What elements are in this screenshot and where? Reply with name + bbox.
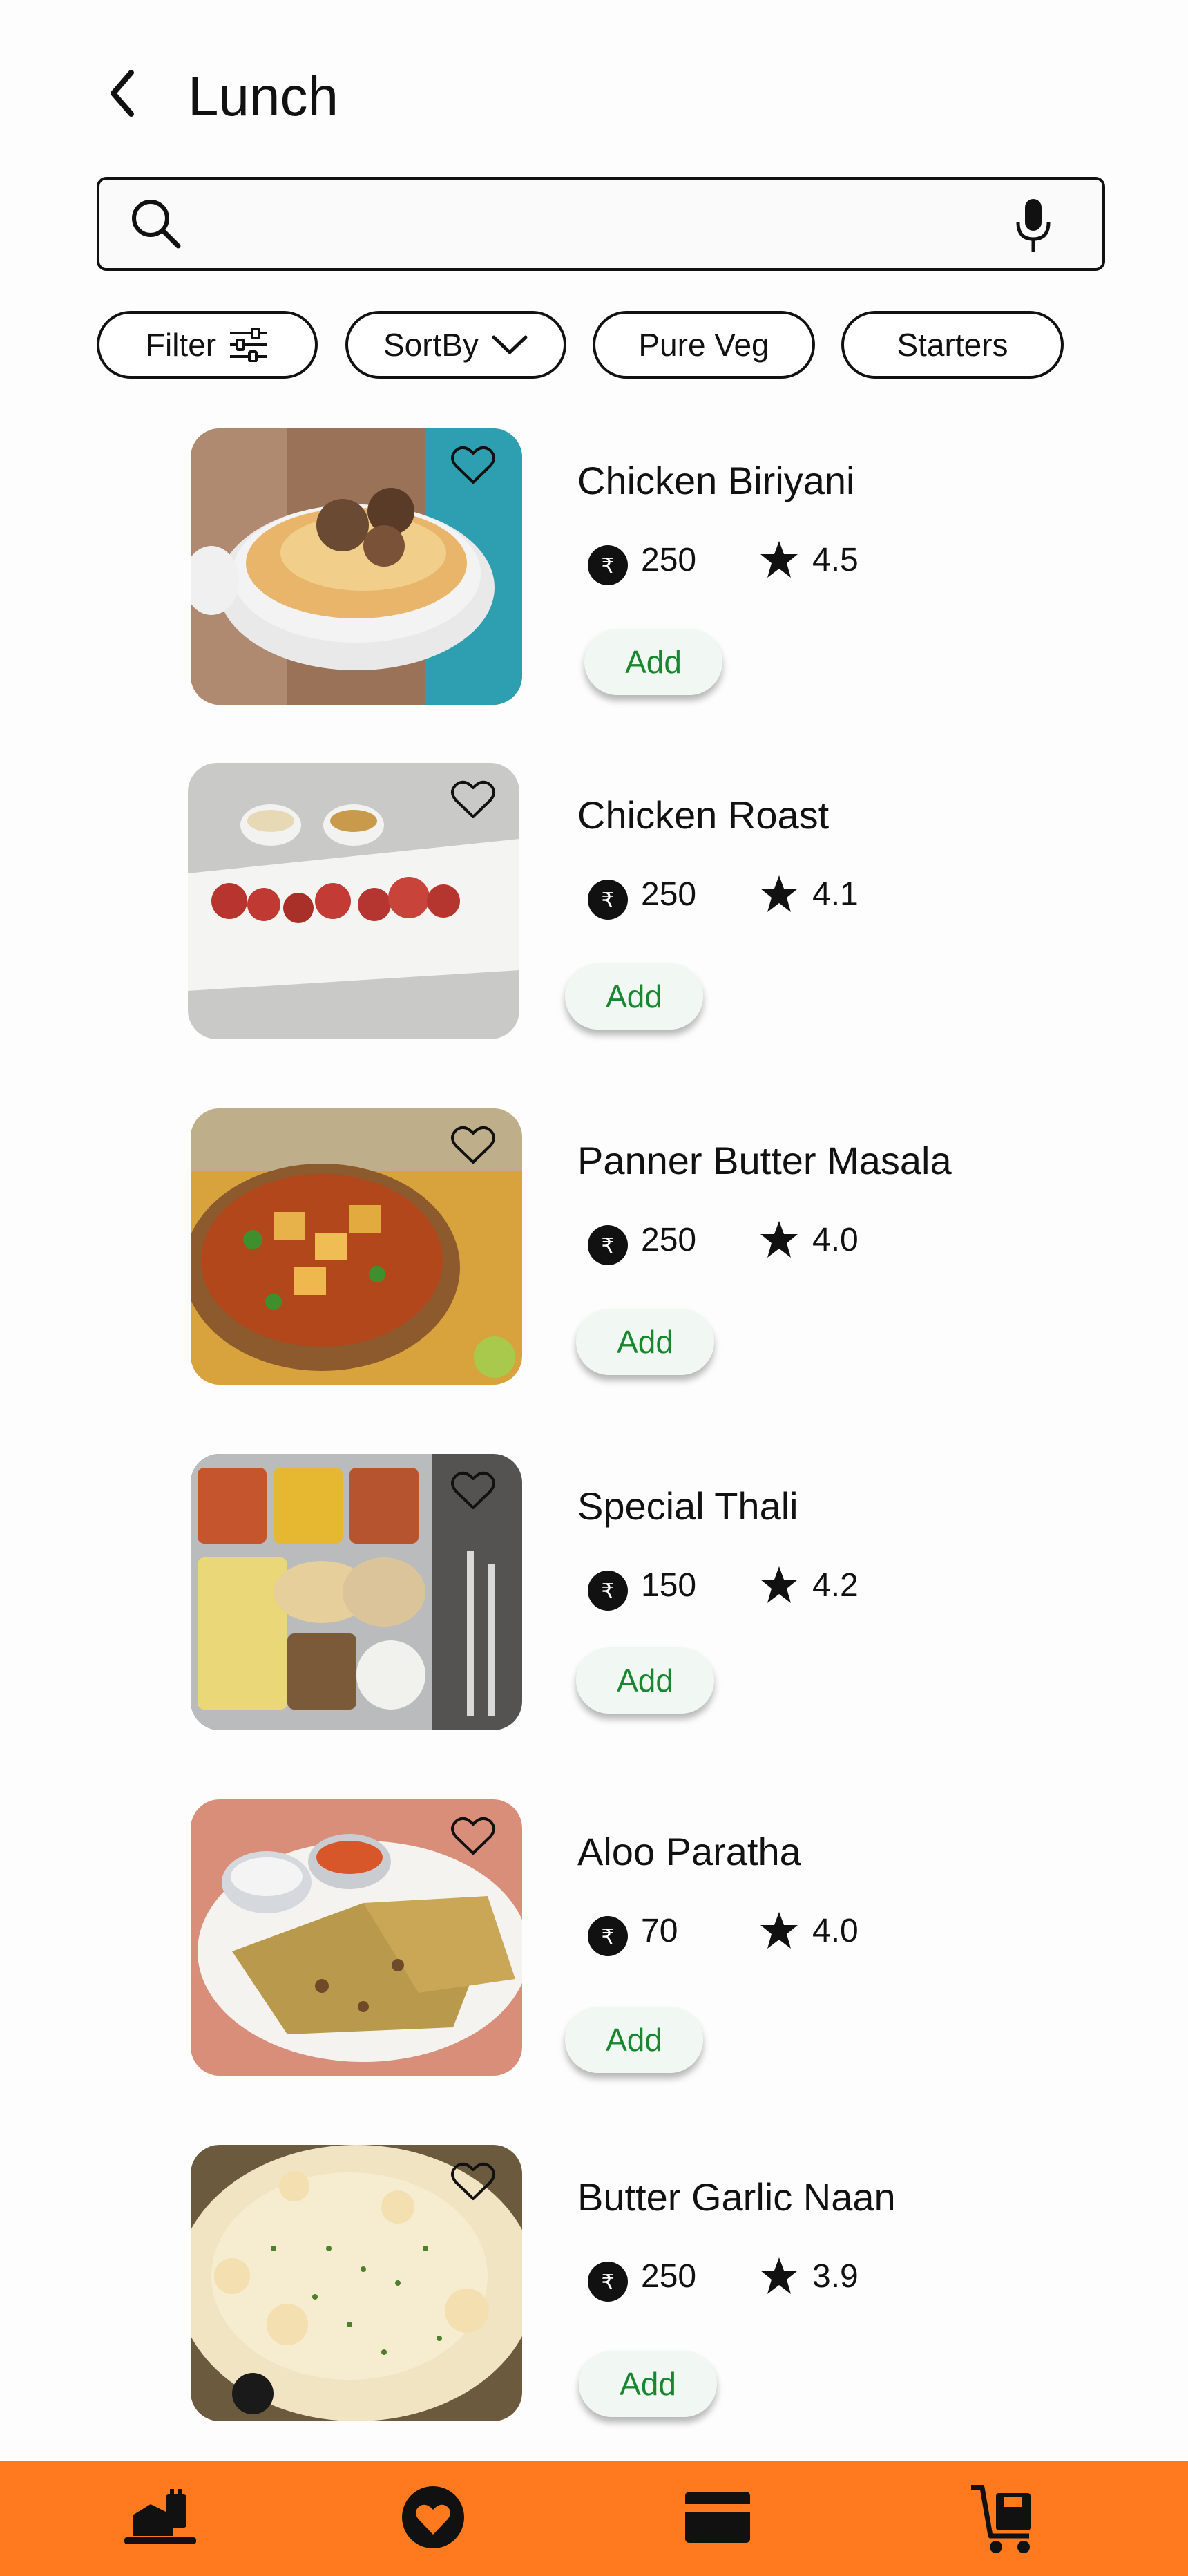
sliders-icon: [230, 328, 268, 362]
svg-text:₹: ₹: [601, 554, 614, 578]
add-button[interactable]: Add: [565, 963, 703, 1030]
item-name: Chicken Roast: [577, 793, 830, 837]
pure-veg-chip[interactable]: Pure Veg: [593, 311, 815, 379]
star-icon: [760, 875, 798, 912]
star-icon: [760, 541, 798, 578]
add-button[interactable]: Add: [576, 1647, 714, 1714]
item-price: 250: [641, 876, 697, 913]
star-icon: [760, 1912, 798, 1949]
chevron-down-icon: [492, 335, 528, 354]
favorite-heart-icon[interactable]: [450, 444, 496, 486]
star-icon: [760, 1566, 798, 1603]
list-item: Panner Butter Masala ₹ 250 4.0 Add: [0, 1108, 1188, 1385]
sortby-chip-label: SortBy: [383, 327, 479, 363]
favorite-heart-icon[interactable]: [450, 2160, 496, 2203]
search-icon[interactable]: [128, 196, 184, 252]
favorite-heart-icon[interactable]: [450, 1124, 496, 1166]
list-item: Chicken Biriyani ₹ 250 4.5 Add: [0, 428, 1188, 705]
starters-chip-label: Starters: [897, 327, 1008, 363]
favorite-heart-icon[interactable]: [450, 778, 496, 821]
cart-icon[interactable]: [968, 2482, 1040, 2557]
rupee-icon: ₹: [588, 1571, 628, 1611]
add-button[interactable]: Add: [565, 2007, 703, 2073]
bottom-nav: [0, 2461, 1188, 2576]
favorite-heart-icon[interactable]: [450, 1469, 496, 1512]
item-name: Panner Butter Masala: [577, 1139, 952, 1182]
item-price: 250: [641, 1222, 697, 1258]
svg-text:₹: ₹: [601, 1580, 614, 1604]
starters-chip[interactable]: Starters: [841, 311, 1064, 379]
list-item: Chicken Roast ₹ 250 4.1 Add: [0, 763, 1188, 1039]
add-button[interactable]: Add: [579, 2351, 717, 2417]
heart-icon[interactable]: [401, 2485, 466, 2550]
favorite-heart-icon[interactable]: [450, 1815, 496, 1857]
item-rating: 4.2: [812, 1567, 859, 1604]
filter-chip[interactable]: Filter: [97, 311, 318, 379]
item-name: Aloo Paratha: [577, 1830, 801, 1873]
item-price: 70: [641, 1913, 678, 1949]
item-rating: 3.9: [812, 2258, 859, 2295]
rupee-icon: ₹: [588, 2262, 628, 2302]
rupee-icon: ₹: [588, 1916, 628, 1956]
list-item: Butter Garlic Naan ₹ 250 3.9 Add: [0, 2145, 1188, 2421]
item-price: 150: [641, 1567, 697, 1604]
item-rating: 4.0: [812, 1222, 859, 1258]
svg-text:₹: ₹: [601, 1925, 614, 1949]
item-price: 250: [641, 2258, 697, 2295]
svg-text:₹: ₹: [601, 889, 614, 913]
list-item: Special Thali ₹ 150 4.2 Add: [0, 1454, 1188, 1730]
back-arrow-icon[interactable]: [104, 66, 145, 121]
star-icon: [760, 1221, 798, 1258]
page-title: Lunch: [188, 66, 338, 127]
sortby-chip[interactable]: SortBy: [345, 311, 566, 379]
item-rating: 4.0: [812, 1913, 859, 1949]
pure-veg-chip-label: Pure Veg: [638, 327, 769, 363]
item-rating: 4.1: [812, 876, 859, 913]
item-name: Butter Garlic Naan: [577, 2175, 896, 2219]
svg-text:₹: ₹: [601, 1234, 614, 1258]
add-button[interactable]: Add: [576, 1309, 714, 1375]
item-name: Chicken Biriyani: [577, 459, 855, 502]
item-rating: 4.5: [812, 542, 859, 578]
food-delivery-icon[interactable]: [123, 2488, 199, 2550]
add-button[interactable]: Add: [584, 629, 722, 695]
list-item: Aloo Paratha ₹ 70 4.0 Add: [0, 1799, 1188, 2076]
search-input[interactable]: [193, 188, 984, 258]
item-price: 250: [641, 542, 697, 578]
svg-text:₹: ₹: [601, 2271, 614, 2295]
filter-chip-label: Filter: [145, 327, 217, 363]
mic-icon[interactable]: [1014, 196, 1053, 254]
card-icon[interactable]: [684, 2490, 751, 2544]
rupee-icon: ₹: [588, 545, 628, 585]
item-name: Special Thali: [577, 1484, 798, 1528]
rupee-icon: ₹: [588, 880, 628, 920]
rupee-icon: ₹: [588, 1225, 628, 1265]
star-icon: [760, 2257, 798, 2294]
